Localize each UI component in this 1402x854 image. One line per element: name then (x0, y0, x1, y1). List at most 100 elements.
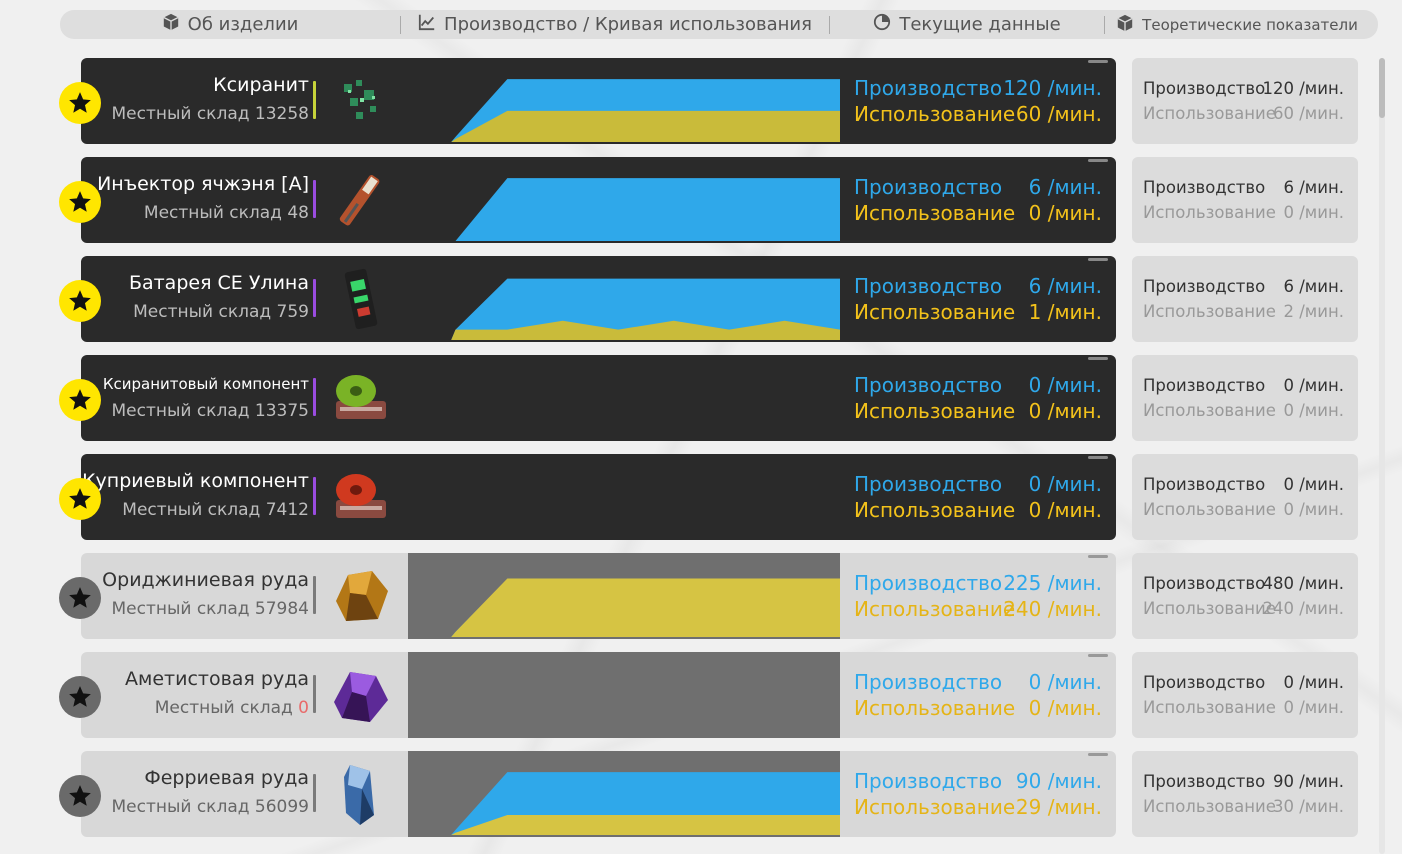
usage-line: Использование 60 /мин. (854, 102, 1102, 128)
tab-theoretical[interactable]: Теоретические показатели (1105, 10, 1369, 39)
usage-line: Использование 29 /мин. (854, 795, 1102, 821)
usage-value: 60 /мин. (1015, 102, 1102, 126)
item-row[interactable]: Куприевый компонент Местный склад 7412 П… (0, 454, 1402, 542)
theo-production-line: Производство 6 /мин. (1143, 277, 1344, 296)
item-name-block: Ориджиниевая руда Местный склад 57984 (81, 553, 309, 639)
item-name-block: Батарея СЕ Улина Местный склад 759 (81, 256, 309, 342)
tab-label: Теоретические показатели (1142, 15, 1358, 34)
usage-value: 0 /мин. (1028, 696, 1102, 720)
item-row[interactable]: Ориджиниевая руда Местный склад 57984 Пр… (0, 553, 1402, 641)
stock-label: Местный склад (111, 599, 250, 619)
production-line: Производство 0 /мин. (854, 373, 1102, 399)
tab-production-curve[interactable]: Производство / Кривая использования (401, 10, 829, 39)
usage-line: Использование 1 /мин. (854, 300, 1102, 326)
scrollbar-thumb[interactable] (1379, 58, 1385, 118)
cuprium-component-icon (326, 462, 396, 532)
usage-curve-chart (416, 278, 840, 340)
card-menu-handle[interactable] (1088, 654, 1108, 657)
favorite-star-icon[interactable] (59, 478, 101, 520)
item-card[interactable]: Батарея СЕ Улина Местный склад 759 Произ… (81, 256, 1116, 342)
amethyst-ore-icon (326, 660, 396, 730)
item-row[interactable]: Ферриевая руда Местный склад 56099 Произ… (0, 751, 1402, 839)
tab-current-data[interactable]: Текущие данные (830, 10, 1104, 39)
theo-production-line: Производство 6 /мин. (1143, 178, 1344, 197)
item-stock: Местный склад 7412 (122, 500, 309, 520)
item-stock: Местный склад 13375 (111, 401, 309, 421)
theo-production-line: Производство 90 /мин. (1143, 772, 1344, 791)
rarity-bar (313, 378, 316, 416)
stock-label: Местный склад (154, 698, 293, 718)
production-line: Производство 225 /мин. (854, 571, 1102, 597)
injector-icon (326, 165, 396, 235)
item-row[interactable]: Батарея СЕ Улина Местный склад 759 Произ… (0, 256, 1402, 344)
item-name: Батарея СЕ Улина (128, 272, 309, 294)
item-card[interactable]: Куприевый компонент Местный склад 7412 П… (81, 454, 1116, 540)
favorite-star-icon[interactable] (59, 775, 101, 817)
production-line: Производство 0 /мин. (854, 670, 1102, 696)
item-name: Ориджиниевая руда (102, 569, 309, 591)
current-stats: Производство 90 /мин. Использование 29 /… (854, 769, 1102, 821)
item-card[interactable]: Ферриевая руда Местный склад 56099 Произ… (81, 751, 1116, 837)
usage-curve-chart (408, 751, 840, 837)
item-row[interactable]: Аметистовая руда Местный склад 0 Произво… (0, 652, 1402, 740)
item-stock: Местный склад 0 (155, 698, 309, 718)
current-stats: Производство 0 /мин. Использование 0 /ми… (854, 472, 1102, 524)
item-card[interactable]: Ориджиниевая руда Местный склад 57984 Пр… (81, 553, 1116, 639)
card-menu-handle[interactable] (1088, 60, 1108, 63)
production-value: 0 /мин. (1028, 472, 1102, 496)
production-line: Производство 0 /мин. (854, 472, 1102, 498)
tab-about-item[interactable]: Об изделии (60, 10, 400, 39)
production-label: Производство (854, 175, 1003, 199)
production-value: 6 /мин. (1028, 274, 1102, 298)
current-stats: Производство 6 /мин. Использование 1 /ми… (854, 274, 1102, 326)
stock-label: Местный склад (111, 104, 250, 124)
card-menu-handle[interactable] (1088, 357, 1108, 360)
item-row[interactable]: Инъектор ячжэня [A] Местный склад 48 Про… (0, 157, 1402, 245)
favorite-star-icon[interactable] (59, 676, 101, 718)
item-card[interactable]: Аметистовая руда Местный склад 0 Произво… (81, 652, 1116, 738)
usage-label: Использование (854, 498, 1016, 522)
usage-curve-chart (408, 652, 840, 738)
usage-value: 0 /мин. (1028, 498, 1102, 522)
card-menu-handle[interactable] (1088, 159, 1108, 162)
item-card[interactable]: Ксиранитовый компонент Местный склад 133… (81, 355, 1116, 441)
card-menu-handle[interactable] (1088, 753, 1108, 756)
item-card[interactable]: Ксиранит Местный склад 13258 Производств… (81, 58, 1116, 144)
production-label: Производство (854, 373, 1003, 397)
card-menu-handle[interactable] (1088, 258, 1108, 261)
favorite-star-icon[interactable] (59, 82, 101, 124)
favorite-star-icon[interactable] (59, 181, 101, 223)
usage-curve-chart (408, 553, 840, 639)
theoretical-stats: Производство 120 /мин. Использование 60 … (1132, 58, 1358, 144)
item-name: Ферриевая руда (144, 767, 309, 789)
item-stock: Местный склад 13258 (111, 104, 309, 124)
card-menu-handle[interactable] (1088, 555, 1108, 558)
usage-label: Использование (854, 201, 1016, 225)
usage-line: Использование 240 /мин. (854, 597, 1102, 623)
item-stock: Местный склад 57984 (111, 599, 309, 619)
tab-label: Об изделии (187, 14, 299, 35)
favorite-star-icon[interactable] (59, 577, 101, 619)
item-name: Аметистовая руда (125, 668, 309, 690)
favorite-star-icon[interactable] (59, 379, 101, 421)
production-line: Производство 6 /мин. (854, 274, 1102, 300)
scrollbar-track[interactable] (1379, 58, 1385, 854)
stock-label: Местный склад (133, 302, 272, 322)
theoretical-stats: Производство 0 /мин. Использование 0 /ми… (1132, 454, 1358, 540)
box-icon (162, 13, 180, 36)
theo-production-line: Производство 480 /мин. (1143, 574, 1344, 593)
stock-value: 13375 (254, 401, 309, 421)
theo-usage-line: Использование 60 /мин. (1143, 104, 1344, 123)
tab-label: Текущие данные (899, 14, 1061, 35)
item-card[interactable]: Инъектор ячжэня [A] Местный склад 48 Про… (81, 157, 1116, 243)
item-row[interactable]: Ксиранит Местный склад 13258 Производств… (0, 58, 1402, 146)
stock-label: Местный склад (111, 401, 250, 421)
item-name: Инъектор ячжэня [A] (97, 173, 309, 195)
tab-label: Производство / Кривая использования (444, 14, 812, 35)
theo-production-line: Производство 0 /мин. (1143, 475, 1344, 494)
card-menu-handle[interactable] (1088, 456, 1108, 459)
item-row[interactable]: Ксиранитовый компонент Местный склад 133… (0, 355, 1402, 443)
rarity-bar (313, 576, 316, 614)
favorite-star-icon[interactable] (59, 280, 101, 322)
theoretical-stats: Производство 6 /мин. Использование 2 /ми… (1132, 256, 1358, 342)
